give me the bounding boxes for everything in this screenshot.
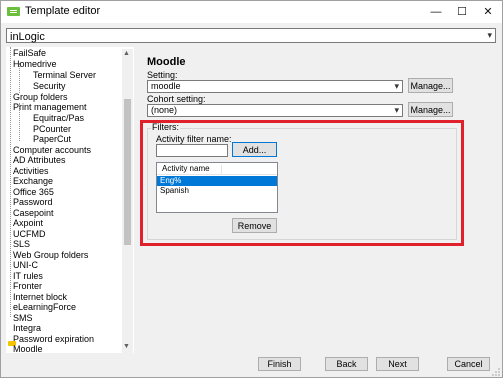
highlight-box [140, 120, 464, 246]
app-icon [7, 7, 20, 16]
tree-item-password[interactable]: Password [13, 197, 53, 208]
tree-item-print-management[interactable]: Print management [13, 102, 87, 113]
cohort-setting-combo[interactable]: (none) ▾ [147, 104, 403, 117]
tree-item-equitrac[interactable]: Equitrac/Pas [33, 113, 84, 124]
title-bar: Template editor — ☐ ✕ [1, 1, 502, 23]
setting-label: Setting: [147, 70, 178, 80]
tree-item-security[interactable]: Security [33, 81, 66, 92]
tree-scrollbar[interactable]: ▲ ▼ [122, 49, 133, 353]
chevron-down-icon: ▾ [394, 81, 399, 91]
template-editor-window: Template editor — ☐ ✕ inLogic ▾ FailSafe… [0, 0, 503, 378]
navigation-tree: FailSafe Homedrive Terminal Server Secur… [6, 47, 134, 353]
chevron-down-icon: ▾ [487, 30, 492, 40]
resize-grip-icon[interactable] [491, 367, 501, 377]
top-combo[interactable]: inLogic ▾ [6, 28, 496, 43]
tree-item-integra[interactable]: Integra [13, 323, 41, 334]
tree-item-elearningforce[interactable]: eLearningForce [13, 302, 76, 313]
scroll-up-icon[interactable]: ▲ [123, 50, 130, 57]
back-button[interactable]: Back [325, 357, 368, 371]
window-title: Template editor [25, 5, 101, 17]
cancel-button[interactable]: Cancel [447, 357, 490, 371]
scroll-down-icon[interactable]: ▼ [123, 343, 130, 350]
cohort-setting-label: Cohort setting: [147, 94, 206, 104]
maximize-button[interactable]: ☐ [448, 1, 476, 23]
tree-item-failsafe[interactable]: FailSafe [13, 48, 46, 59]
tree-item-fronter[interactable]: Fronter [13, 281, 42, 292]
tree-item-ad-attributes[interactable]: AD Attributes [13, 155, 66, 166]
manage-setting-button[interactable]: Manage... [408, 78, 453, 93]
cohort-combo-value: (none) [151, 105, 178, 115]
setting-combo[interactable]: moodle ▾ [147, 80, 403, 93]
tree-item-axpoint[interactable]: Axpoint [13, 218, 43, 229]
tree-item-exchange[interactable]: Exchange [13, 176, 53, 187]
next-button[interactable]: Next [376, 357, 419, 371]
minimize-button[interactable]: — [422, 1, 450, 23]
tree-item-papercut[interactable]: PaperCut [33, 134, 71, 145]
top-combo-value: inLogic [10, 31, 45, 43]
tree-line [10, 47, 11, 317]
setting-combo-value: moodle [151, 81, 181, 91]
finish-button[interactable]: Finish [258, 357, 301, 371]
page-title: Moodle [147, 56, 186, 68]
tree-item-uni-c[interactable]: UNI-C [13, 260, 38, 271]
tree-item-terminal-server[interactable]: Terminal Server [33, 70, 96, 81]
tree-item-homedrive[interactable]: Homedrive [13, 59, 57, 70]
scrollbar-thumb[interactable] [124, 99, 131, 245]
tree-item-sls[interactable]: SLS [13, 239, 30, 250]
chevron-down-icon: ▾ [394, 105, 399, 115]
close-button[interactable]: ✕ [474, 1, 502, 23]
manage-cohort-button[interactable]: Manage... [408, 102, 453, 117]
tree-item-moodle[interactable]: Moodle [13, 344, 43, 353]
